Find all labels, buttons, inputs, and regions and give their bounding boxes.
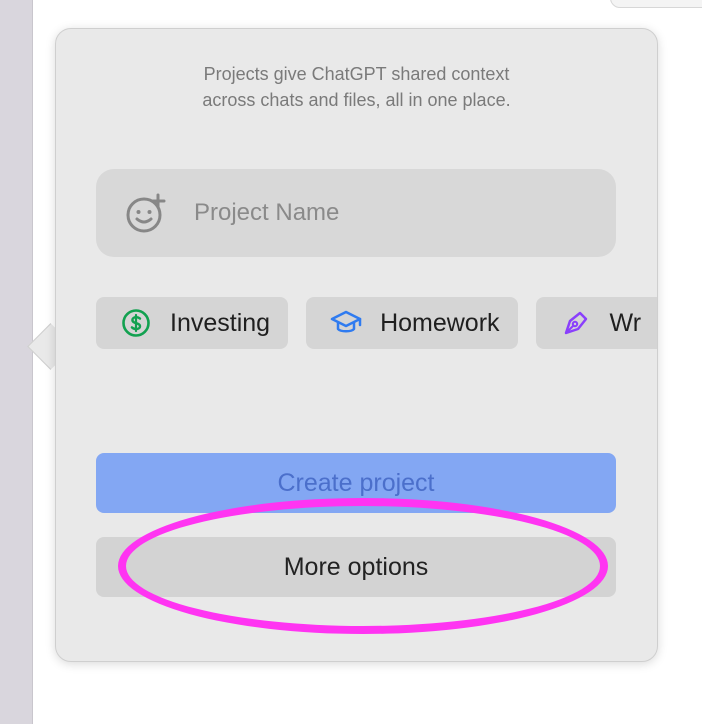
create-project-button[interactable]: Create project: [96, 453, 616, 513]
chip-label: Wr: [609, 308, 642, 337]
new-project-popover: Projects give ChatGPT shared context acr…: [55, 28, 658, 662]
background-control-edge: [610, 0, 702, 8]
chip-writing[interactable]: Wr: [535, 297, 657, 349]
pen-nib-icon: [564, 311, 587, 335]
project-name-input[interactable]: [192, 198, 576, 228]
chip-investing[interactable]: Investing: [96, 297, 289, 349]
dollar-circle-icon: [122, 309, 150, 337]
face-add-icon[interactable]: [124, 191, 168, 235]
chip-homework[interactable]: Homework: [306, 297, 518, 349]
popover-description: Projects give ChatGPT shared context acr…: [202, 64, 511, 110]
project-suggestion-chips: Investing Homework Wr: [96, 297, 657, 349]
more-options-button[interactable]: More options: [96, 537, 616, 597]
chip-label: Homework: [380, 308, 500, 337]
graduation-cap-icon: [330, 310, 362, 333]
project-name-field[interactable]: [96, 169, 616, 257]
sidebar-edge: [0, 0, 33, 724]
chip-label: Investing: [170, 308, 271, 337]
